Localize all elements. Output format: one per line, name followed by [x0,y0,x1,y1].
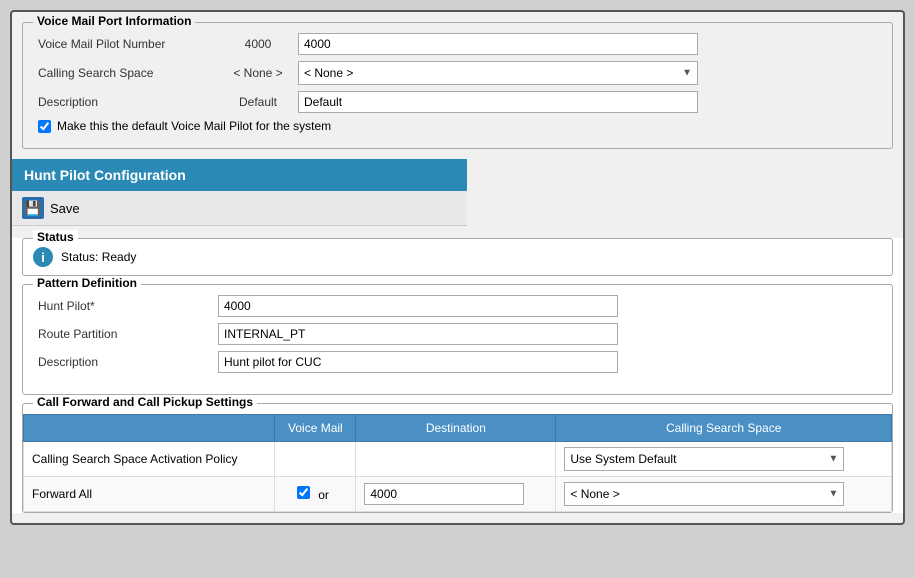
hunt-pilot-input[interactable] [218,295,618,317]
css-activation-select-wrapper: Use System Default [564,447,844,471]
status-legend: Status [33,230,78,244]
voicemail-section: Voice Mail Port Information Voice Mail P… [22,22,893,149]
col-label-header [24,415,275,442]
css-activation-css: Use System Default [556,442,892,477]
save-icon: 💾 [22,197,44,219]
css-activation-text: Calling Search Space Activation Policy [32,452,237,466]
forward-all-destination-input[interactable] [364,483,524,505]
calling-search-space-row: Calling Search Space < None > < None > [38,61,877,85]
forward-all-voicemail: or [275,477,356,512]
pilot-number-input[interactable] [298,33,698,55]
route-partition-label: Route Partition [38,327,218,341]
css-activation-select[interactable]: Use System Default [564,447,844,471]
call-forward-table: Voice Mail Destination Calling Search Sp… [23,414,892,512]
table-row: Forward All or < None > [24,477,892,512]
hunt-pilot-title: Hunt Pilot Configuration [24,167,186,183]
css-activation-voicemail [275,442,356,477]
pattern-description-label: Description [38,355,218,369]
table-row: Calling Search Space Activation Policy U… [24,442,892,477]
save-button[interactable]: 💾 Save [22,197,80,219]
pattern-description-input[interactable] [218,351,618,373]
calling-search-space-label: Calling Search Space [38,66,218,80]
col-destination-header: Destination [356,415,556,442]
main-container: Voice Mail Port Information Voice Mail P… [10,10,905,525]
default-pilot-checkbox[interactable] [38,120,51,133]
table-header-row: Voice Mail Destination Calling Search Sp… [24,415,892,442]
info-icon: i [33,247,53,267]
route-partition-row: Route Partition [38,323,877,345]
main-content: Status i Status: Ready Pattern Definitio… [12,238,903,513]
col-voicemail-header: Voice Mail [275,415,356,442]
forward-all-css-select[interactable]: < None > [564,482,844,506]
default-pilot-label: Make this the default Voice Mail Pilot f… [57,119,331,133]
hunt-pilot-row: Hunt Pilot* [38,295,877,317]
forward-all-label: Forward All [24,477,275,512]
calling-search-space-select[interactable]: < None > [298,61,698,85]
description-label: Description [38,95,218,109]
calling-search-space-select-wrapper: < None > [298,61,698,85]
pilot-number-static: 4000 [218,37,298,51]
pattern-legend: Pattern Definition [33,276,141,290]
route-partition-input[interactable] [218,323,618,345]
status-text: Status: Ready [61,250,136,264]
pilot-number-label: Voice Mail Pilot Number [38,37,218,51]
status-section: Status i Status: Ready [22,238,893,276]
forward-all-text: Forward All [32,487,92,501]
call-forward-legend: Call Forward and Call Pickup Settings [33,395,257,409]
forward-all-css-select-wrapper: < None > [564,482,844,506]
status-row: i Status: Ready [33,247,882,267]
col-css-header: Calling Search Space [556,415,892,442]
forward-all-css: < None > [556,477,892,512]
css-activation-destination [356,442,556,477]
forward-all-voicemail-checkbox[interactable] [297,486,310,499]
forward-all-destination [356,477,556,512]
hunt-pilot-label: Hunt Pilot* [38,299,218,313]
description-row: Description Default [38,91,877,113]
call-forward-section: Call Forward and Call Pickup Settings Vo… [22,403,893,513]
description-static: Default [218,95,298,109]
pilot-number-row: Voice Mail Pilot Number 4000 [38,33,877,55]
hunt-pilot-header: Hunt Pilot Configuration [12,159,467,191]
voicemail-section-title: Voice Mail Port Information [33,14,195,28]
or-text: or [318,488,329,502]
toolbar: 💾 Save [12,191,467,226]
pattern-description-row: Description [38,351,877,373]
default-pilot-row: Make this the default Voice Mail Pilot f… [38,119,877,133]
css-activation-label: Calling Search Space Activation Policy [24,442,275,477]
save-label: Save [50,201,80,216]
calling-search-space-static: < None > [218,66,298,80]
pattern-definition-section: Pattern Definition Hunt Pilot* Route Par… [22,284,893,395]
description-input[interactable] [298,91,698,113]
